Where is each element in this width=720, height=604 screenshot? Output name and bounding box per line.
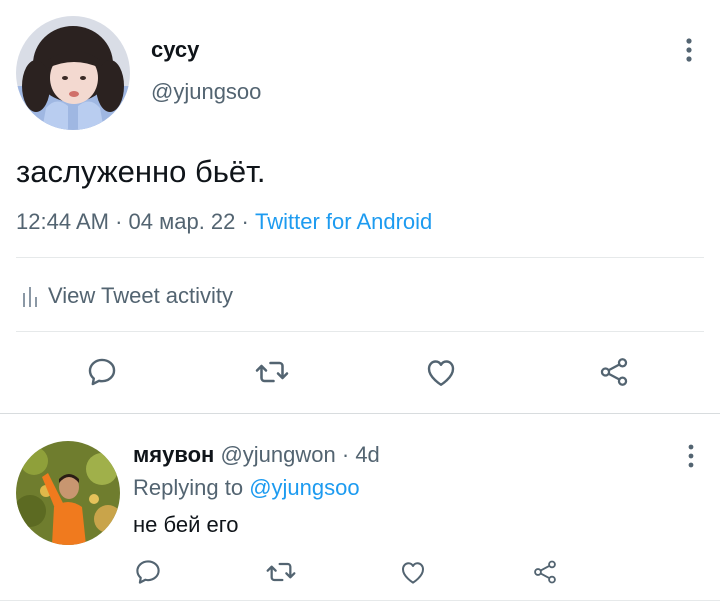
author-handle[interactable]: @yjungsoo <box>151 78 261 106</box>
user-avatar-girl-icon <box>16 16 130 130</box>
replying-to-mention[interactable]: @yjungsoo <box>249 475 359 500</box>
reply-reply-button[interactable] <box>131 555 165 589</box>
analytics-icon <box>22 285 38 307</box>
reply-retweet-button[interactable] <box>264 555 298 589</box>
reply-icon <box>136 560 160 584</box>
meta-separator: · <box>115 209 123 234</box>
author-display-name[interactable]: сусу <box>151 36 199 64</box>
divider <box>16 331 704 332</box>
reply-author-avatar[interactable] <box>16 441 120 545</box>
view-tweet-activity-link[interactable]: View Tweet activity <box>22 282 233 310</box>
reply-like-button[interactable] <box>396 555 430 589</box>
like-icon <box>427 360 455 386</box>
meta-separator: · <box>241 209 249 234</box>
user-avatar-orange-icon <box>16 441 120 545</box>
replying-to-label: Replying to <box>133 475 244 500</box>
more-options-icon[interactable] <box>680 36 698 64</box>
retweet-icon <box>266 562 296 582</box>
retweet-icon <box>255 361 289 383</box>
tweet-text: заслуженно бьёт. <box>16 154 266 189</box>
retweet-button[interactable] <box>252 352 292 392</box>
tweet-time: 12:44 AM <box>16 209 109 234</box>
activity-label: View Tweet activity <box>48 283 234 308</box>
author-avatar[interactable] <box>16 16 130 130</box>
tweet-source-link[interactable]: Twitter for Android <box>255 209 432 234</box>
like-icon <box>402 562 424 584</box>
section-divider <box>0 413 720 414</box>
tweet-date[interactable]: 04 мар. 22 <box>129 209 236 234</box>
more-options-icon[interactable] <box>682 442 700 470</box>
share-icon <box>534 560 556 584</box>
reply-button[interactable] <box>82 352 122 392</box>
tweet-meta: 12:44 AM · 04 мар. 22 · Twitter for Andr… <box>16 208 432 236</box>
divider <box>0 600 720 601</box>
divider <box>16 257 704 258</box>
reply-author-name[interactable]: мяувон <box>133 442 214 467</box>
reply-icon <box>88 358 116 386</box>
meta-separator: · <box>341 442 350 467</box>
replying-to: Replying to @yjungsoo <box>133 474 360 502</box>
reply-share-button[interactable] <box>528 555 562 589</box>
share-icon <box>600 358 628 386</box>
reply-header: мяувон @yjungwon · 4d <box>133 441 380 469</box>
reply-author-handle[interactable]: @yjungwon <box>220 442 335 467</box>
reply-text: не бей его <box>133 512 239 537</box>
like-button[interactable] <box>421 352 461 392</box>
reply-age: 4d <box>355 442 380 467</box>
share-button[interactable] <box>594 352 634 392</box>
